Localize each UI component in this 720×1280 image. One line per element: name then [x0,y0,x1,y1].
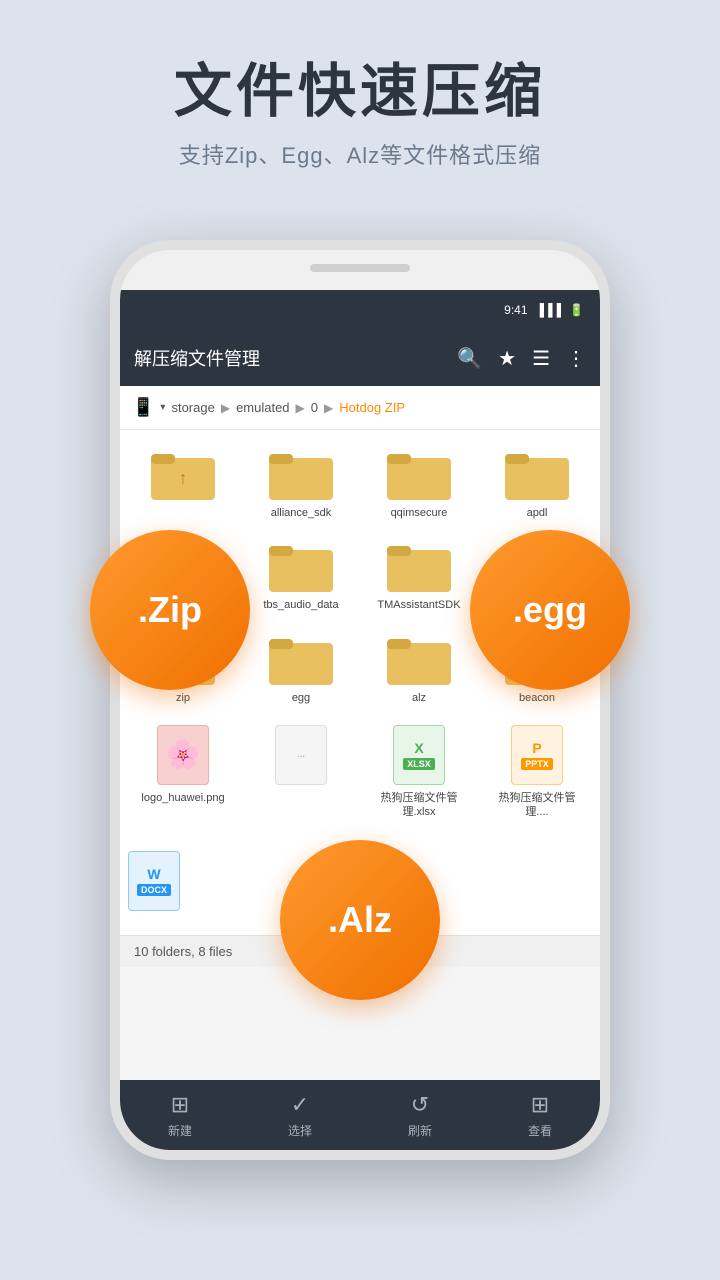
file-item-docx[interactable]: W DOCX [124,841,184,927]
file-item-alliance[interactable]: alliance_sdk [242,438,360,530]
tab-new-label: 新建 [168,1122,192,1139]
file-item-alz[interactable]: alz [360,623,478,715]
file-name-tmassist: TMAssistantSDK [377,598,460,612]
breadcrumb-arrow2: ▶ [296,401,305,415]
breadcrumb-active[interactable]: Hotdog ZIP [339,400,405,415]
select-icon: ✓ [291,1092,309,1118]
star-icon[interactable]: ★ [498,346,516,371]
bottom-bar: ⊞ 新建 ✓ 选择 ↺ 刷新 ⊞ 查看 [120,1080,600,1150]
file-name-egg: egg [292,691,310,705]
search-icon[interactable]: 🔍 [457,346,482,371]
file-item-tbs-audio[interactable]: tbs_audio_data [242,530,360,622]
breadcrumb-storage[interactable]: storage [171,400,214,415]
top-section: 文件快速压缩 支持Zip、Egg、Alz等文件格式压缩 [0,0,720,210]
more-icon[interactable]: ⋮ [566,346,586,371]
docx-file-icon: W DOCX [128,851,180,911]
zip-badge-text: .Zip [138,589,202,631]
status-signal: ▐▐▐ [536,303,562,317]
file-item-back[interactable]: ↑ [124,438,242,530]
file-name-xlsx: 热狗压缩文件管理.xlsx [374,791,464,820]
status-battery: 🔋 [569,303,584,317]
file-item-tmassist[interactable]: TMAssistantSDK [360,530,478,622]
file-name-tbs-audio: tbs_audio_data [263,598,338,612]
file-name-logo: logo_huawei.png [141,791,224,805]
folder-icon-apdl [505,448,569,500]
tab-select[interactable]: ✓ 选择 [240,1092,360,1139]
breadcrumb-arrow3: ▶ [324,401,333,415]
breadcrumb-bar: 📱 ▾ storage ▶ emulated ▶ 0 ▶ Hotdog ZIP [120,386,600,430]
svg-text:↑: ↑ [179,468,188,488]
egg-badge: .egg [470,530,630,690]
footer-info-text: 10 folders, 8 files [134,944,232,959]
tab-refresh[interactable]: ↺ 刷新 [360,1092,480,1139]
file-name-qqim: qqimsecure [391,506,448,520]
new-icon: ⊞ [171,1092,189,1118]
file-item-apdl[interactable]: apdl [478,438,596,530]
dropdown-icon[interactable]: ▾ [160,402,165,413]
tab-new[interactable]: ⊞ 新建 [120,1092,240,1139]
breadcrumb-arrow1: ▶ [221,401,230,415]
folder-icon-tbs-audio [269,540,333,592]
png-file-icon: 🌸 [157,725,209,785]
file-name-alz: alz [412,691,426,705]
device-icon: 📱 [132,397,154,418]
file-item-pptx[interactable]: P PPTX 热狗压缩文件管理.... [478,715,596,830]
app-header: 解压缩文件管理 🔍 ★ ☰ ⋮ [120,330,600,386]
refresh-icon: ↺ [411,1092,429,1118]
xlsx-badge: XLSX [403,758,435,770]
alz-badge: .Alz [280,840,440,1000]
back-folder-icon: ↑ [151,448,215,500]
unknown-file-icon: ... [275,725,327,785]
folder-icon-qqim [387,448,451,500]
sub-title: 支持Zip、Egg、Alz等文件格式压缩 [40,138,680,170]
file-name-beacon: beacon [519,691,555,705]
tab-view-label: 查看 [528,1122,552,1139]
file-item-qqim[interactable]: qqimsecure [360,438,478,530]
phone-body: 9:41 ▐▐▐ 🔋 解压缩文件管理 🔍 ★ ☰ ⋮ 📱 ▾ storage ▶… [110,240,610,1160]
breadcrumb-emulated[interactable]: emulated [236,400,289,415]
folder-icon-tmassist [387,540,451,592]
tab-select-label: 选择 [288,1122,312,1139]
file-item-egg[interactable]: egg [242,623,360,715]
phone-mockup: 9:41 ▐▐▐ 🔋 解压缩文件管理 🔍 ★ ☰ ⋮ 📱 ▾ storage ▶… [110,240,610,1160]
app-header-title: 解压缩文件管理 [134,345,441,371]
folder-icon-alz [387,633,451,685]
file-name-alliance: alliance_sdk [271,506,332,520]
file-item-logo[interactable]: 🌸 logo_huawei.png [124,715,242,830]
status-time: 9:41 [504,303,527,317]
file-item-xlsx[interactable]: X XLSX 热狗压缩文件管理.xlsx [360,715,478,830]
breadcrumb-0[interactable]: 0 [311,400,318,415]
file-name-zip: zip [176,691,190,705]
pptx-file-icon: P PPTX [511,725,563,785]
view-icon: ⊞ [531,1092,549,1118]
tab-refresh-label: 刷新 [408,1122,432,1139]
main-title: 文件快速压缩 [40,60,680,124]
xlsx-file-icon: X XLSX [393,725,445,785]
file-item-unknown[interactable]: ... [242,715,360,830]
menu-icon[interactable]: ☰ [532,346,550,371]
tab-view[interactable]: ⊞ 查看 [480,1092,600,1139]
file-name-pptx: 热狗压缩文件管理.... [492,791,582,820]
zip-badge: .Zip [90,530,250,690]
folder-icon-alliance [269,448,333,500]
docx-badge: DOCX [137,884,171,896]
app-screen: 9:41 ▐▐▐ 🔋 解压缩文件管理 🔍 ★ ☰ ⋮ 📱 ▾ storage ▶… [120,290,600,1150]
file-name-apdl: apdl [527,506,548,520]
folder-icon-egg [269,633,333,685]
egg-badge-text: .egg [513,589,587,631]
phone-notch [310,264,410,272]
alz-badge-text: .Alz [328,899,392,941]
status-bar: 9:41 ▐▐▐ 🔋 [120,290,600,330]
pptx-badge: PPTX [521,758,553,770]
